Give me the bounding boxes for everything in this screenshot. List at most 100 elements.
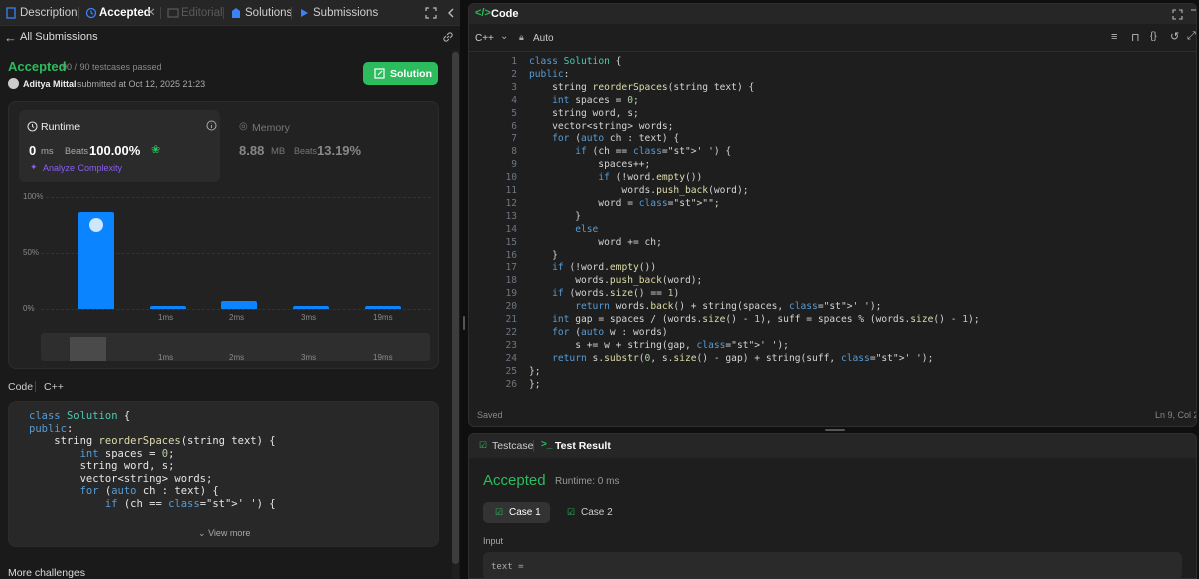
range-slider-handle[interactable] — [70, 337, 106, 361]
collapse-icon[interactable] — [446, 7, 456, 19]
editorial-icon — [167, 8, 179, 18]
line-number: 8 — [511, 146, 517, 158]
code-line[interactable]: for (auto w : words) — [529, 327, 668, 338]
language-select[interactable]: C++ — [475, 33, 494, 44]
horizontal-resizer[interactable] — [825, 429, 845, 431]
terminal-icon: >_ — [541, 439, 553, 450]
code-line[interactable]: string reorderSpaces(string text) { — [529, 82, 754, 93]
line-number: 19 — [505, 288, 517, 300]
auto-mode[interactable]: Auto — [533, 33, 554, 44]
code-line: vector<string> words; — [29, 472, 213, 485]
code-line[interactable]: spaces++; — [529, 159, 650, 170]
code-line[interactable]: s += w + string(gap, class="st">' '); — [529, 340, 789, 351]
code-line[interactable]: word += ch; — [529, 237, 662, 248]
view-more-button[interactable]: ⌄ View more — [198, 528, 250, 539]
line-number: 20 — [505, 301, 517, 313]
user-name[interactable]: Aditya Mittal — [23, 79, 77, 89]
description-icon — [6, 7, 16, 19]
reset-icon[interactable]: ↺ — [1170, 30, 1179, 43]
chart-bar[interactable] — [221, 301, 257, 309]
x-tick-label: 3ms — [301, 313, 317, 322]
chart-bar[interactable] — [293, 305, 329, 309]
bookmark-icon[interactable]: ⊓ — [1131, 31, 1140, 44]
code-line[interactable]: public: — [529, 69, 569, 80]
code-line[interactable]: for (auto ch : text) { — [529, 133, 679, 144]
history-icon — [85, 7, 97, 19]
line-number: 13 — [505, 210, 517, 222]
line-number: 25 — [505, 365, 517, 377]
leaf-icon: ❀ — [151, 144, 161, 156]
more-icon[interactable] — [1187, 9, 1197, 20]
input-box[interactable]: text = — [483, 552, 1182, 578]
link-icon[interactable] — [442, 31, 454, 43]
test-status: Accepted — [483, 472, 546, 489]
braces-icon[interactable]: {} — [1150, 31, 1157, 42]
maximize-icon[interactable] — [1172, 9, 1183, 20]
format-icon[interactable]: ≡ — [1111, 31, 1117, 43]
code-line[interactable]: word = class="st">""; — [529, 198, 719, 209]
code-area[interactable]: 1 class Solution {2 public: 3 string reorde… — [489, 56, 1189, 392]
case-2-tab[interactable]: ☑ Case 2 — [557, 502, 624, 523]
code-line[interactable]: int gap = spaces / (words.size() - 1), s… — [529, 314, 980, 325]
code-line[interactable]: if (!word.empty()) — [529, 172, 702, 183]
line-number: 11 — [505, 185, 517, 196]
solution-button[interactable]: Solution — [363, 62, 438, 85]
clock-icon — [27, 121, 38, 132]
scrollbar-thumb[interactable] — [452, 52, 459, 564]
panel-divider[interactable] — [461, 0, 467, 579]
back-link[interactable]: ← All Submissions — [4, 30, 98, 45]
maximize-icon[interactable] — [425, 7, 437, 19]
case-1-tab[interactable]: ☑ Case 1 — [483, 502, 550, 523]
code-line[interactable]: }; — [529, 366, 541, 377]
code-line[interactable]: } — [529, 250, 558, 261]
saved-status: Saved — [477, 410, 503, 420]
tab-testcase[interactable]: Testcase — [492, 440, 533, 452]
code-line[interactable]: words.push_back(word); — [529, 185, 748, 196]
tab-submissions[interactable]: Submissions — [313, 0, 378, 26]
code-line[interactable]: return s.substr(0, s.size() - gap) + str… — [529, 353, 933, 364]
editor-header: </> Code — [469, 4, 1197, 24]
code-line[interactable]: }; — [529, 379, 541, 390]
range-slider[interactable]: 1ms 2ms 3ms 19ms — [41, 333, 430, 362]
code-line[interactable]: class Solution { — [529, 56, 621, 67]
expand-icon[interactable]: ⤢ — [1187, 30, 1196, 43]
memory-panel[interactable]: ◎ Memory 8.88 MB Beats 13.19% — [239, 110, 429, 182]
runtime-panel[interactable]: Runtime 0 ms Beats 100.00% ❀ ✦ Analyze C… — [19, 110, 220, 182]
tab-description[interactable]: Description — [20, 0, 78, 26]
chart-bar[interactable] — [365, 305, 401, 309]
code-line[interactable]: if (!word.empty()) — [529, 262, 656, 273]
code-lang-label: C++ — [44, 381, 64, 393]
tab-test-result[interactable]: Test Result — [555, 440, 611, 452]
close-icon[interactable]: ✕ — [146, 0, 156, 26]
tab-editorial[interactable]: Editorial — [181, 0, 223, 26]
x-tick-label: 1ms — [158, 313, 174, 322]
code-line[interactable]: if (words.size() == 1) — [529, 288, 679, 299]
tab-solutions[interactable]: Solutions — [245, 0, 292, 26]
code-line[interactable]: if (ch == class="st">' ') { — [529, 146, 731, 157]
line-number: 4 — [511, 94, 517, 106]
status-accepted: Accepted — [8, 59, 67, 74]
code-line[interactable]: int spaces = 0; — [529, 95, 639, 106]
code-editor-panel: </> Code C++ ⌄ 🔒︎ Auto ≡ ⊓ {} ↺ ⤢ 1 class… — [468, 3, 1197, 427]
chart-bar[interactable] — [150, 305, 186, 309]
tab-accepted[interactable]: Accepted — [99, 0, 151, 26]
code-line[interactable]: } — [529, 211, 581, 222]
code-line[interactable]: vector<string> words; — [529, 121, 673, 132]
line-number: 7 — [511, 133, 517, 145]
code-line: public: — [29, 422, 74, 435]
code-line[interactable]: else — [529, 224, 598, 235]
code-line[interactable]: string word, s; — [529, 108, 639, 119]
info-icon[interactable] — [206, 120, 217, 131]
code-line: class Solution { — [29, 410, 131, 422]
slider-tick-label: 3ms — [301, 353, 317, 362]
code-line[interactable]: words.push_back(word); — [529, 275, 702, 286]
line-number: 23 — [505, 339, 517, 351]
slider-tick-label: 1ms — [158, 353, 174, 362]
code-line: string reorderSpaces(string text) { — [29, 435, 276, 447]
check-icon: ☑ — [567, 507, 576, 517]
gridline — [41, 197, 431, 198]
testcases-passed: 90 / 90 testcases passed — [62, 62, 162, 72]
slider-tick-label: 19ms — [373, 353, 393, 362]
code-line[interactable]: return words.back() + string(spaces, cla… — [529, 301, 881, 312]
analyze-complexity-link[interactable]: Analyze Complexity — [43, 163, 122, 173]
